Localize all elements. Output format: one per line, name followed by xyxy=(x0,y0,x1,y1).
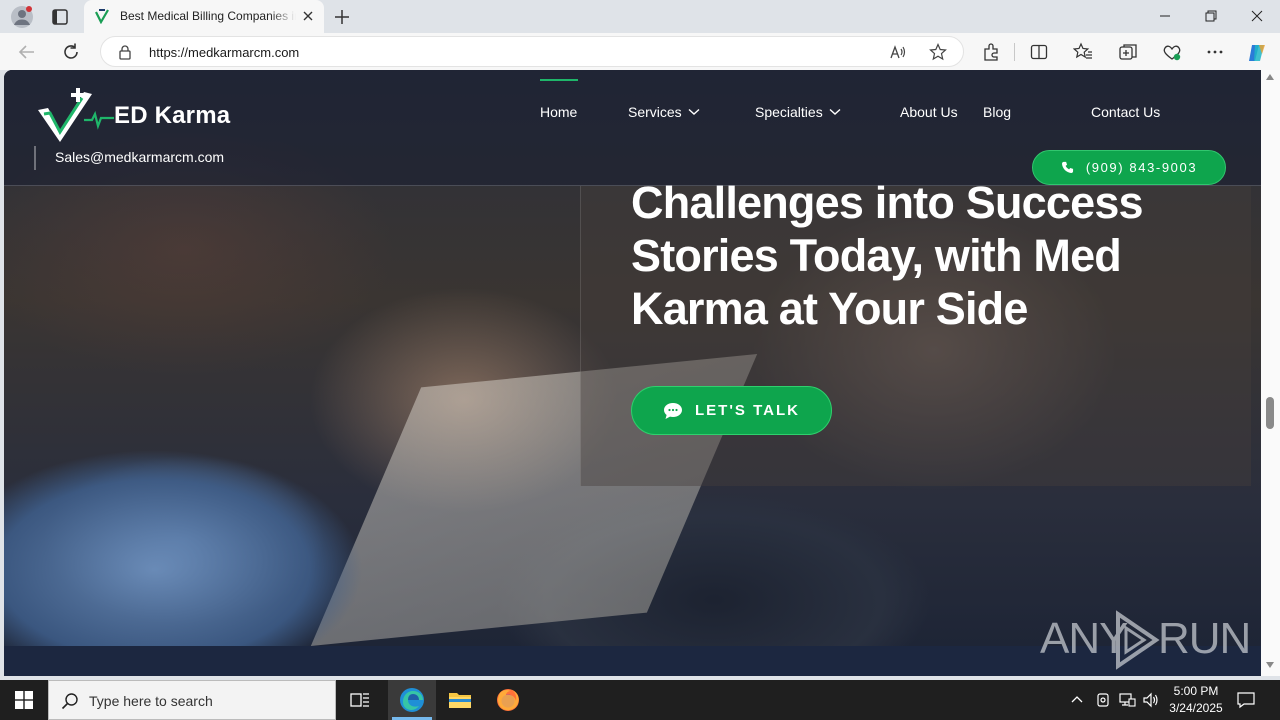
site-favicon-icon xyxy=(94,8,110,25)
windows-taskbar: Type here to search 5:00 PM 3/24/2025 xyxy=(0,680,1280,720)
clock-time[interactable]: 5:00 PM xyxy=(1168,684,1224,698)
nav-item-services[interactable]: Services xyxy=(628,104,700,120)
add-favorite-star-icon[interactable] xyxy=(929,43,947,61)
restore-button[interactable] xyxy=(1188,0,1234,32)
more-options-icon[interactable] xyxy=(1205,42,1225,62)
nav-specialties-label: Specialties xyxy=(755,104,823,120)
chat-bubble-icon xyxy=(664,402,683,419)
tray-device-icon[interactable] xyxy=(1094,691,1112,709)
taskbar-search-box[interactable]: Type here to search xyxy=(48,680,336,720)
page-scrollbar[interactable] xyxy=(1261,70,1280,676)
new-tab-button[interactable] xyxy=(332,7,352,27)
clock-date[interactable]: 3/24/2025 xyxy=(1166,701,1226,715)
browser-essentials-icon[interactable] xyxy=(1162,42,1182,62)
lock-icon[interactable] xyxy=(117,44,133,60)
chevron-down-icon xyxy=(688,108,700,115)
tab-actions-icon[interactable] xyxy=(50,7,70,27)
tray-overflow-chevron-icon[interactable] xyxy=(1068,691,1086,709)
browser-toolbar: https://medkarmarcm.com xyxy=(0,33,1280,70)
logo-checkmark-icon xyxy=(38,88,114,142)
folder-icon xyxy=(449,693,471,708)
phone-icon xyxy=(1061,161,1073,173)
chevron-down-icon xyxy=(829,108,841,115)
nav-item-about[interactable]: About Us xyxy=(900,104,958,120)
taskbar-file-explorer[interactable] xyxy=(436,680,484,720)
nav-home-label: Home xyxy=(540,104,578,120)
tab-title: Best Medical Billing Companies in xyxy=(120,9,296,23)
taskbar-edge[interactable] xyxy=(388,680,436,720)
email-link[interactable]: Sales@medkarmarcm.com xyxy=(55,149,224,165)
phone-number: (909) 843-9003 xyxy=(1085,160,1198,175)
browser-tab-bar: Best Medical Billing Companies in xyxy=(0,0,1280,33)
windows-logo-icon xyxy=(15,691,33,709)
page-viewport: Challenges into Success Stories Today, w… xyxy=(4,70,1261,676)
url-text[interactable]: https://medkarmarcm.com xyxy=(149,45,299,60)
hero-image-arm xyxy=(4,450,424,650)
nav-blog-label: Blog xyxy=(983,104,1012,120)
search-placeholder: Type here to search xyxy=(89,693,213,709)
collections-icon[interactable] xyxy=(1118,42,1138,62)
firefox-icon xyxy=(497,689,519,711)
network-icon[interactable] xyxy=(1118,691,1136,709)
favorites-icon[interactable] xyxy=(1072,42,1093,62)
extensions-icon[interactable] xyxy=(981,42,1001,62)
scroll-up-arrow-icon[interactable] xyxy=(1266,74,1274,80)
nav-services-label: Services xyxy=(628,104,682,120)
reload-icon[interactable] xyxy=(60,41,82,63)
minimize-button[interactable] xyxy=(1142,0,1188,32)
close-window-button[interactable] xyxy=(1234,0,1280,32)
search-icon xyxy=(61,692,79,710)
back-icon[interactable] xyxy=(16,41,38,63)
address-bar[interactable]: https://medkarmarcm.com xyxy=(100,36,964,67)
nav-item-home[interactable]: Home xyxy=(540,104,577,120)
start-button[interactable] xyxy=(0,680,48,720)
profile-icon[interactable] xyxy=(10,5,34,29)
volume-icon[interactable] xyxy=(1142,691,1160,709)
nav-item-contact[interactable]: Contact Us xyxy=(1091,104,1160,120)
taskbar-firefox[interactable] xyxy=(484,680,532,720)
scroll-down-arrow-icon[interactable] xyxy=(1266,662,1274,668)
lets-talk-label: LET'S TALK xyxy=(695,402,800,419)
edge-icon xyxy=(400,688,424,712)
nav-contact-label: Contact Us xyxy=(1091,104,1161,120)
nav-active-indicator xyxy=(540,79,578,81)
nav-item-specialties[interactable]: Specialties xyxy=(755,104,841,120)
lets-talk-button[interactable]: LET'S TALK xyxy=(631,386,832,435)
nav-about-label: About Us xyxy=(900,104,958,120)
phone-button[interactable]: (909) 843-9003 xyxy=(1032,150,1226,185)
tab-active[interactable]: Best Medical Billing Companies in xyxy=(84,0,324,33)
notifications-icon[interactable] xyxy=(1236,690,1256,710)
task-view-button[interactable] xyxy=(336,680,384,720)
copilot-icon[interactable] xyxy=(1246,42,1266,62)
read-aloud-icon[interactable] xyxy=(889,43,907,61)
nav-item-blog[interactable]: Blog xyxy=(983,104,1011,120)
anyrun-watermark: ANY RUN xyxy=(1040,608,1251,672)
toolbar-divider xyxy=(1014,43,1015,61)
email-divider xyxy=(34,146,36,170)
hero-headline: Challenges into Success Stories Today, w… xyxy=(631,177,1144,334)
watermark-right-text: RUN xyxy=(1158,614,1251,663)
tab-close-icon[interactable] xyxy=(300,8,316,24)
logo-text[interactable]: ED Karma xyxy=(114,102,230,130)
split-screen-icon[interactable] xyxy=(1029,42,1049,62)
task-view-icon xyxy=(350,693,369,707)
scroll-thumb[interactable] xyxy=(1266,397,1274,429)
play-triangle-icon xyxy=(1116,610,1160,670)
